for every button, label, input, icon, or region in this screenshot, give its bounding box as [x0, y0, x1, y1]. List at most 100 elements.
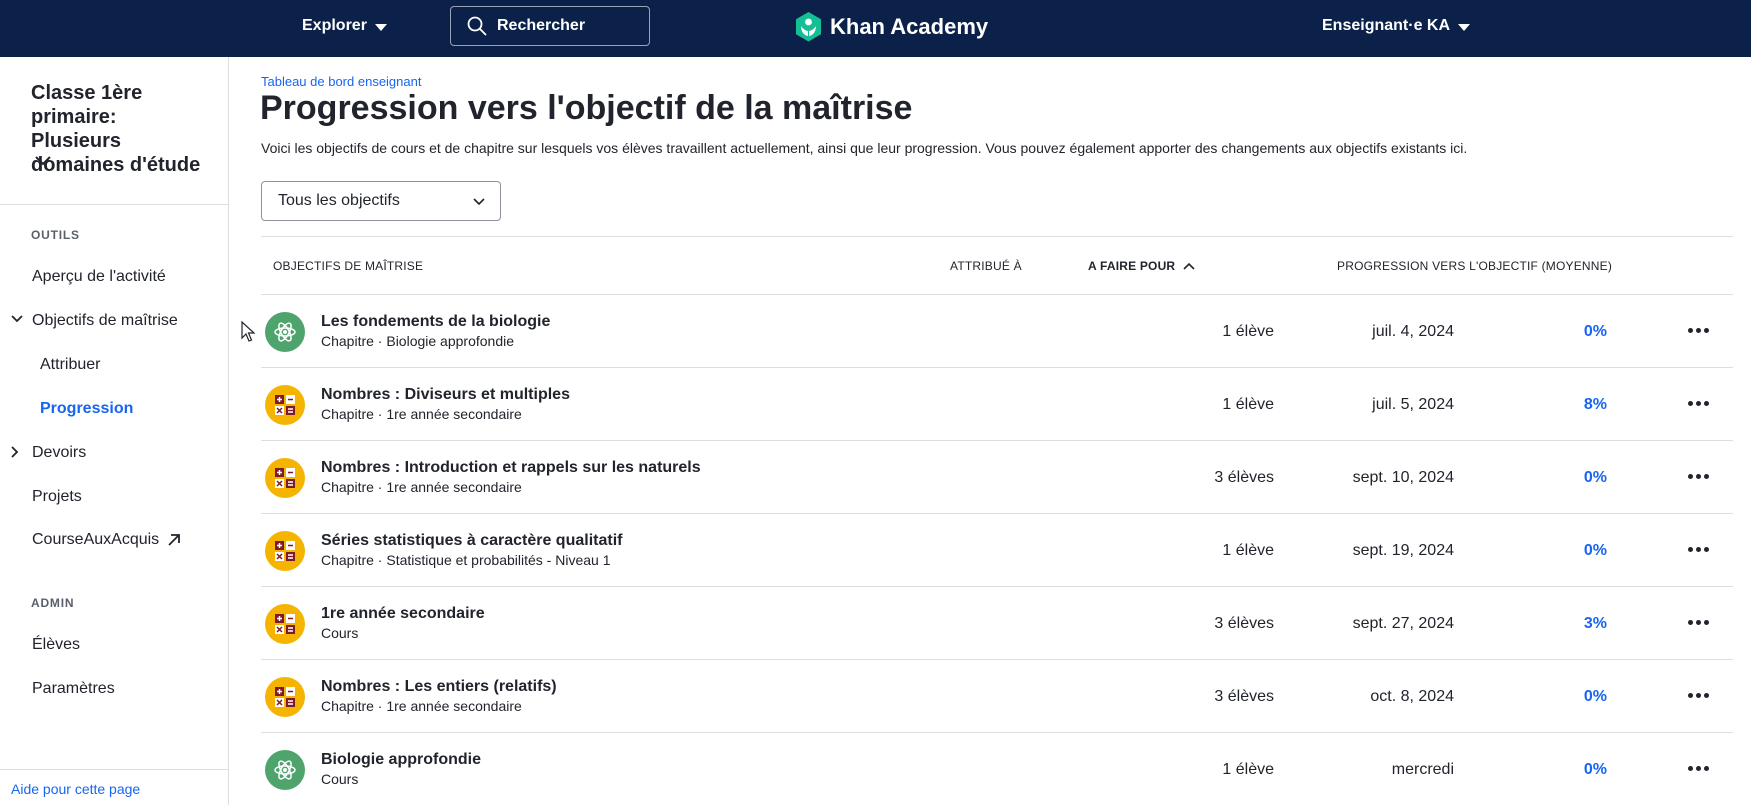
- sidebar-item-label: Paramètres: [32, 680, 115, 697]
- goal-subtitle: Chapitre · Biologie approfondie: [321, 333, 515, 349]
- sidebar-item-label: Progression: [40, 400, 134, 417]
- caret-down-icon: [374, 23, 387, 31]
- goal-name[interactable]: Nombres : Introduction et rappels sur le…: [321, 459, 701, 477]
- assigned-to: 3 élèves: [1214, 469, 1274, 486]
- progress-value[interactable]: 3%: [1584, 615, 1607, 633]
- progress-value[interactable]: 8%: [1584, 396, 1607, 414]
- divider: [261, 236, 1733, 237]
- sidebar-item-label: CourseAuxAcquis: [32, 531, 160, 548]
- user-menu-button[interactable]: Enseignant·e KA: [1322, 17, 1471, 35]
- progress-value[interactable]: 0%: [1584, 323, 1607, 341]
- explore-menu-button[interactable]: Explorer: [302, 17, 387, 35]
- assigned-to: 3 élèves: [1214, 688, 1274, 705]
- sidebar-item-activity[interactable]: Aperçu de l'activité: [32, 268, 166, 286]
- due-date: juil. 4, 2024: [1372, 323, 1454, 340]
- khan-leaf-icon: [796, 12, 821, 42]
- more-options-button[interactable]: [1683, 317, 1713, 343]
- progress-value[interactable]: 0%: [1584, 469, 1607, 487]
- table-row: Nombres : Introduction et rappels sur le…: [261, 441, 1733, 514]
- column-header-due[interactable]: A FAIRE POUR: [1088, 259, 1195, 273]
- due-date: mercredi: [1391, 761, 1454, 778]
- goal-subtitle: Cours: [321, 771, 359, 787]
- progress-value[interactable]: 0%: [1584, 542, 1607, 560]
- sidebar-item-assign[interactable]: Attribuer: [40, 356, 100, 374]
- sidebar-item-course-challenge[interactable]: CourseAuxAcquis: [32, 531, 181, 549]
- chevron-right-icon[interactable]: [10, 445, 20, 459]
- search-label: Rechercher: [497, 17, 586, 34]
- chevron-down-icon: [473, 197, 485, 205]
- top-nav-bar: Explorer Rechercher Khan Academy Enseign…: [0, 0, 1751, 57]
- user-label: Enseignant·e KA: [1322, 17, 1451, 34]
- more-options-button[interactable]: [1683, 609, 1713, 635]
- sidebar-item-mastery[interactable]: Objectifs de maîtrise: [32, 312, 178, 330]
- goal-name[interactable]: 1re année secondaire: [321, 605, 485, 623]
- filter-value: Tous les objectifs: [278, 192, 400, 209]
- goal-name[interactable]: Biologie approfondie: [321, 751, 481, 769]
- goal-subtitle: Chapitre · Statistique et probabilités -…: [321, 552, 611, 568]
- math-symbols-icon: [265, 531, 305, 571]
- sidebar-item-progress[interactable]: Progression: [40, 400, 133, 418]
- column-header-goal: OBJECTIFS DE MAÎTRISE: [273, 259, 424, 273]
- sidebar-item-settings[interactable]: Paramètres: [32, 680, 115, 698]
- breadcrumb[interactable]: Tableau de bord enseignant: [261, 74, 421, 89]
- goal-subtitle: Chapitre · 1re année secondaire: [321, 479, 522, 495]
- due-date: juil. 5, 2024: [1372, 396, 1454, 413]
- sidebar-item-students[interactable]: Élèves: [32, 636, 80, 654]
- math-symbols-icon: [265, 458, 305, 498]
- sidebar: Classe 1ère primaire: Plusieurs domaines…: [0, 57, 229, 805]
- tools-section-label: OUTILS: [31, 228, 80, 242]
- goal-name[interactable]: Nombres : Diviseurs et multiples: [321, 386, 570, 404]
- atom-icon: [265, 750, 305, 790]
- goal-name[interactable]: Les fondements de la biologie: [321, 313, 550, 331]
- more-options-button[interactable]: [1683, 755, 1713, 781]
- assigned-to: 1 élève: [1222, 761, 1274, 778]
- table-row: Séries statistiques à caractère qualitat…: [261, 514, 1733, 587]
- table-row: 1re année secondaire Cours 3 élèves sept…: [261, 587, 1733, 660]
- math-symbols-icon: [265, 385, 305, 425]
- assigned-to: 1 élève: [1222, 323, 1274, 340]
- chevron-down-icon[interactable]: [34, 155, 52, 167]
- sidebar-item-label: Attribuer: [40, 356, 101, 373]
- more-options-button[interactable]: [1683, 390, 1713, 416]
- goal-subtitle: Chapitre · 1re année secondaire: [321, 698, 522, 714]
- sort-ascending-icon: [1183, 262, 1195, 270]
- sidebar-item-label: Aperçu de l'activité: [32, 268, 166, 285]
- goal-name[interactable]: Nombres : Les entiers (relatifs): [321, 678, 557, 696]
- assigned-to: 3 élèves: [1214, 615, 1274, 632]
- math-symbols-icon: [265, 604, 305, 644]
- goal-filter-select[interactable]: Tous les objectifs: [261, 181, 501, 221]
- search-button[interactable]: Rechercher: [450, 6, 650, 46]
- class-title[interactable]: Classe 1ère primaire: Plusieurs domaines…: [31, 81, 211, 177]
- atom-icon: [265, 312, 305, 352]
- caret-down-icon: [1458, 23, 1471, 31]
- column-header-progress: PROGRESSION VERS L'OBJECTIF (MOYENNE): [1337, 259, 1613, 273]
- progress-value[interactable]: 0%: [1584, 761, 1607, 779]
- external-link-icon: [168, 534, 181, 546]
- goal-subtitle: Cours: [321, 625, 359, 641]
- assigned-to: 1 élève: [1222, 396, 1274, 413]
- goal-subtitle: Chapitre · 1re année secondaire: [321, 406, 522, 422]
- sidebar-item-label: Devoirs: [32, 444, 87, 461]
- divider: [0, 204, 228, 205]
- khan-academy-logo[interactable]: Khan Academy: [795, 12, 988, 42]
- progress-value[interactable]: 0%: [1584, 688, 1607, 706]
- table-row: Nombres : Les entiers (relatifs) Chapitr…: [261, 660, 1733, 733]
- sidebar-item-projects[interactable]: Projets: [32, 488, 82, 506]
- chevron-down-icon[interactable]: [10, 314, 24, 324]
- sidebar-item-homework[interactable]: Devoirs: [32, 444, 86, 462]
- more-options-button[interactable]: [1683, 536, 1713, 562]
- table-row: Nombres : Diviseurs et multiples Chapitr…: [261, 368, 1733, 441]
- admin-section-label: ADMIN: [31, 596, 75, 610]
- help-link[interactable]: Aide pour cette page: [11, 781, 140, 797]
- math-symbols-icon: [265, 677, 305, 717]
- goal-name[interactable]: Séries statistiques à caractère qualitat…: [321, 532, 622, 550]
- page-title: Progression vers l'objectif de la maîtri…: [260, 89, 913, 127]
- more-options-button[interactable]: [1683, 463, 1713, 489]
- more-options-button[interactable]: [1683, 682, 1713, 708]
- column-header-assigned: ATTRIBUÉ À: [950, 259, 1022, 273]
- due-date: sept. 27, 2024: [1352, 615, 1454, 632]
- search-icon: [467, 16, 487, 36]
- due-date: sept. 19, 2024: [1352, 542, 1454, 559]
- explore-label: Explorer: [302, 17, 367, 34]
- table-row: Les fondements de la biologie Chapitre ·…: [261, 295, 1733, 368]
